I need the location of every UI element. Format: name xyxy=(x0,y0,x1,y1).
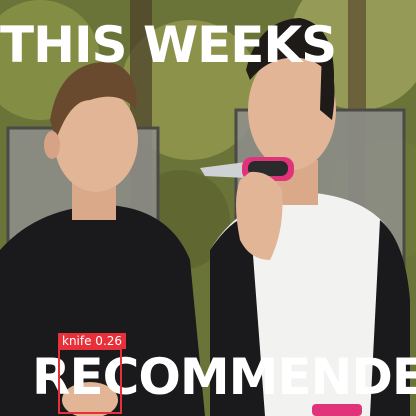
caption-top: THIS WEEKS xyxy=(0,16,337,74)
photo-scene: THIS WEEKS RECOMMENDED knife 0.26 xyxy=(0,0,416,416)
detection-bounding-box xyxy=(58,348,122,414)
detection-label: knife 0.26 xyxy=(58,333,127,349)
